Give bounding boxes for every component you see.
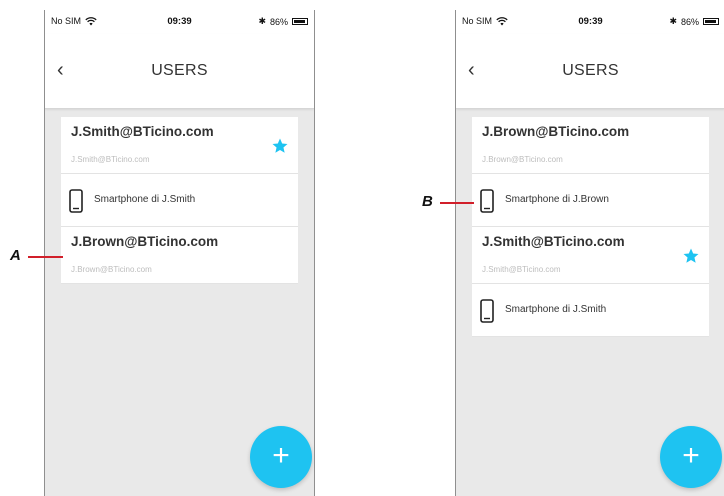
battery-percent: 86% (269, 16, 288, 27)
battery-icon (703, 18, 719, 25)
nav-bar: ‹ USERS (456, 34, 724, 109)
device-name: Smartphone di J.Smith (94, 194, 196, 205)
callout-line-b (440, 202, 474, 204)
phone-screen-right: No SIM 09:39 ✱ 86% ‹ USERS J.Brown@BTici… (455, 10, 724, 496)
favorite-star-icon[interactable] (271, 137, 289, 155)
battery-icon (292, 18, 308, 25)
device-name: Smartphone di J.Smith (505, 304, 607, 315)
user-email: J.Brown@BTicino.com (482, 155, 563, 164)
smartphone-icon (480, 189, 494, 213)
user-card-jsmith[interactable]: J.Smith@BTicino.com J.Smith@BTicino.com (61, 117, 298, 174)
user-card-jsmith[interactable]: J.Smith@BTicino.com J.Smith@BTicino.com (472, 227, 709, 284)
user-card-jbrown[interactable]: J.Brown@BTicino.com J.Brown@BTicino.com (472, 117, 709, 174)
battery-percent: 86% (680, 16, 699, 27)
smartphone-icon (69, 189, 83, 213)
smartphone-icon (480, 299, 494, 323)
page-title: USERS (151, 62, 208, 79)
page-title: USERS (562, 62, 619, 79)
user-email: J.Brown@BTicino.com (71, 265, 152, 274)
device-card-jsmith[interactable]: Smartphone di J.Smith (61, 174, 298, 227)
user-email: J.Smith@BTicino.com (482, 265, 561, 274)
user-card-jbrown[interactable]: J.Brown@BTicino.com J.Brown@BTicino.com (61, 227, 298, 284)
add-user-button[interactable]: + (660, 426, 722, 488)
device-card-jbrown[interactable]: Smartphone di J.Brown (472, 174, 709, 227)
user-name: J.Smith@BTicino.com (71, 124, 214, 139)
user-email: J.Smith@BTicino.com (71, 155, 150, 164)
nav-bar: ‹ USERS (45, 34, 314, 109)
callout-label-b: B (422, 193, 433, 210)
favorite-star-icon[interactable] (682, 247, 700, 265)
device-name: Smartphone di J.Brown (505, 194, 609, 205)
status-bar: No SIM 09:39 ✱ 86% (456, 10, 724, 34)
user-name: J.Brown@BTicino.com (71, 234, 219, 249)
bluetooth-icon: ✱ (258, 16, 266, 26)
status-bar: No SIM 09:39 ✱ 86% (45, 10, 314, 34)
user-list: J.Brown@BTicino.com J.Brown@BTicino.com … (472, 117, 709, 337)
device-card-jsmith[interactable]: Smartphone di J.Smith (472, 284, 709, 337)
bluetooth-icon: ✱ (669, 16, 677, 26)
callout-line-a (28, 256, 63, 258)
add-user-button[interactable]: + (250, 426, 312, 488)
user-name: J.Brown@BTicino.com (482, 124, 630, 139)
callout-label-a: A (10, 247, 21, 264)
phone-screen-left: No SIM 09:39 ✱ 86% ‹ USERS J.Smith@BTici… (44, 10, 315, 496)
user-list: J.Smith@BTicino.com J.Smith@BTicino.com … (61, 117, 298, 284)
user-name: J.Smith@BTicino.com (482, 234, 625, 249)
